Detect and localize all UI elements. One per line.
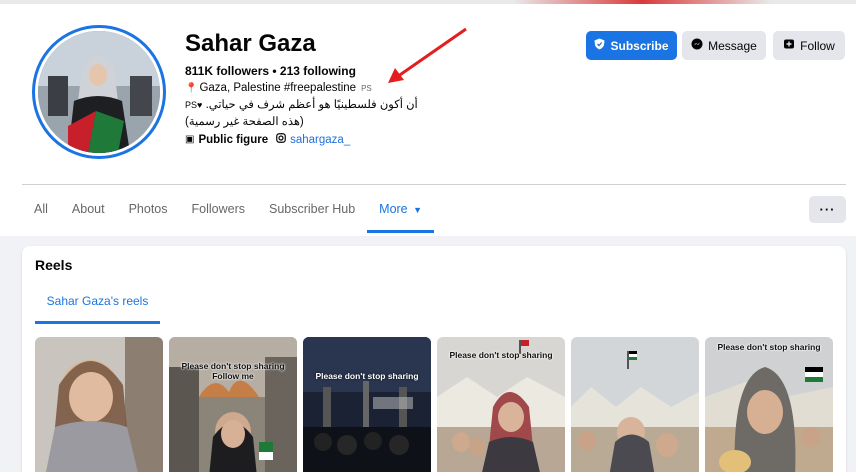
bio-line-location: 📍 Gaza, Palestine #freepalestine PS [185,82,372,94]
bio-quote-text: أن أكون فلسطينيًا هو أعظم شرف في حياتي. [205,99,418,111]
message-label: Message [708,38,757,53]
bio-location-text: Gaza, Palestine #freepalestine [199,82,357,94]
reel-thumbnail[interactable] [35,337,163,472]
cover-photo-edge [0,0,856,4]
reel-thumbnail[interactable]: Please don't stop sharing [303,337,431,472]
avatar-image [38,31,160,153]
shield-icon [594,38,605,53]
tab-about[interactable]: About [60,185,117,233]
reels-section: Reels Sahar Gaza's reels Please don't st… [22,246,846,472]
reels-grid: Please don't stop sharing Follow me Plea… [35,337,833,472]
tab-photos[interactable]: Photos [117,185,180,233]
messenger-icon [691,38,703,53]
reel-thumbnail[interactable]: Please don't stop sharing Follow me [169,337,297,472]
follow-icon [783,38,795,53]
more-options-button[interactable]: ··· [809,196,846,223]
tab-followers[interactable]: Followers [180,185,258,233]
reels-title: Reels [35,257,73,273]
tab-more-label: More [379,202,408,216]
instagram-icon [276,133,286,146]
reel-thumbnail[interactable]: Please don't stop sharing [437,337,565,472]
reel-thumbnail[interactable]: Please don't stop sharing [705,337,833,472]
bio-location-suffix: PS [361,83,372,93]
profile-avatar[interactable] [32,25,166,159]
follow-label: Follow [800,38,835,53]
tab-subscriber-hub[interactable]: Subscriber Hub [257,185,367,233]
tab-more[interactable]: More ▼ [367,185,435,233]
subscribe-label: Subscribe [610,38,669,53]
reel-caption: Please don't stop sharing [717,342,821,352]
annotation-arrow [388,27,467,83]
tab-all[interactable]: All [22,185,60,233]
briefcase-icon: ▣ [185,134,195,145]
profile-stats[interactable]: 811K followers • 213 following [185,64,356,78]
profile-category: Public figure [198,133,269,146]
message-button[interactable]: Message [682,31,766,60]
pin-icon: 📍 [185,82,198,94]
instagram-link[interactable]: sahargaza_ [290,134,350,146]
profile-header: Sahar Gaza 811K followers • 213 followin… [0,0,856,236]
caret-down-icon: ▼ [413,205,423,215]
reel-caption: Please don't stop sharing Follow me [181,361,285,382]
bio-line-disclaimer: (هذه الصفحة غير رسمية) [185,116,304,128]
follow-button[interactable]: Follow [773,31,845,60]
reel-thumbnail[interactable] [571,337,699,472]
profile-name: Sahar Gaza [185,30,316,57]
subscribe-button[interactable]: Subscribe [586,31,677,60]
profile-tabs: All About Photos Followers Subscriber Hu… [22,185,435,233]
reel-caption: Please don't stop sharing [315,371,419,381]
reels-tab[interactable]: Sahar Gaza's reels [35,280,160,324]
bio-quote-suffix: ♥PS [185,100,203,110]
bio-line-quote: أن أكون فلسطينيًا هو أعظم شرف في حياتي. … [185,97,430,111]
profile-meta: ▣ Public figure sahargaza_ [185,133,350,146]
reel-caption: Please don't stop sharing [449,350,553,360]
